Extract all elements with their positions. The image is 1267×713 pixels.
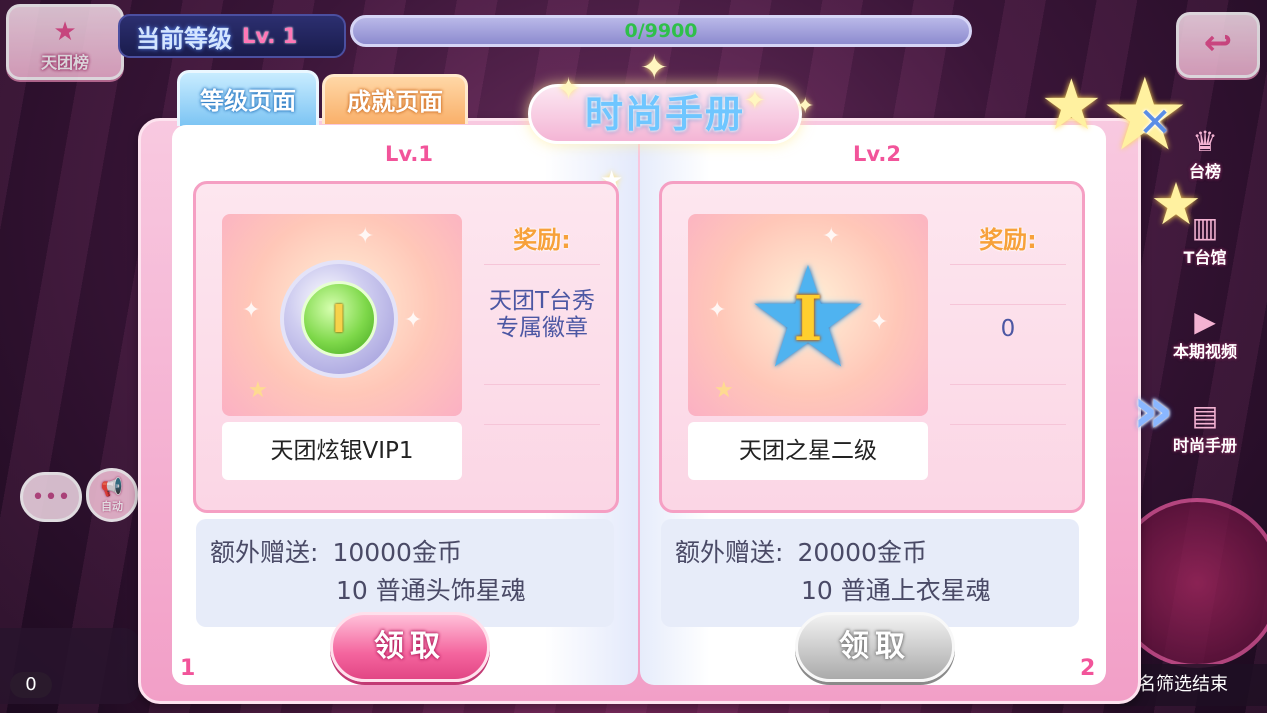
- sparkle-icon: ✦: [640, 48, 669, 88]
- ticker-text: 名筛选结束: [1120, 664, 1267, 706]
- divider: [484, 424, 600, 425]
- reward-image: ✦ ✦ ✦ ★ I: [222, 214, 462, 416]
- extra-gift-coins: 10000金币: [332, 538, 462, 567]
- extra-gift-line-2: 10 普通头饰星魂: [336, 576, 526, 605]
- reward-item-name: 天团炫银VIP1: [222, 422, 462, 480]
- divider: [950, 264, 1066, 265]
- close-button[interactable]: ✕: [1124, 92, 1186, 154]
- page-number: 2: [1080, 656, 1096, 681]
- side-menu-label: T台馆: [1183, 248, 1227, 267]
- reward-item-name: 天团之星二级: [688, 422, 928, 480]
- current-level-value: Lv. 1: [242, 24, 298, 48]
- tab-achievement-page[interactable]: 成就页面: [322, 74, 468, 124]
- tab-level-page[interactable]: 等级页面: [177, 70, 319, 126]
- reward-image: ✦ ✦ ✦ ★ ★ I: [688, 214, 928, 416]
- vip-medal-icon: I: [280, 260, 398, 378]
- close-icon: ✕: [1138, 100, 1172, 146]
- level-reward-card: ✦ ✦ ✦ ★ I 天团炫银VIP1 奖励: 天团T台秀专属徽章: [193, 181, 619, 513]
- extra-gift-line-2: 10 普通上衣星魂: [801, 576, 991, 605]
- auto-button[interactable]: 📢 自动: [86, 468, 138, 522]
- rank-button[interactable]: ★ 天团榜: [6, 4, 124, 80]
- chat-button[interactable]: •••: [20, 472, 82, 522]
- video-icon: ▶: [1194, 305, 1216, 338]
- divider: [950, 384, 1066, 385]
- sparkle-icon: ✦: [796, 94, 815, 119]
- extra-gift-label: 额外赠送:: [675, 538, 784, 567]
- divider: [950, 304, 1066, 305]
- medal-numeral: I: [301, 281, 377, 357]
- trophy-icon: ♛: [1192, 125, 1218, 158]
- reward-header: 奖励:: [513, 226, 571, 254]
- level-progress-bar: 0/9900: [350, 15, 972, 47]
- book-title: 时尚手册: [584, 91, 745, 136]
- glint-icon: ✦: [404, 308, 423, 333]
- glint-icon: ✦: [356, 224, 375, 249]
- counter-value: 0: [10, 672, 52, 698]
- level-label: Lv.2: [853, 142, 901, 166]
- star-badge-icon: ★ I: [738, 249, 878, 389]
- book-icon: ▤: [1191, 399, 1219, 432]
- divider: [950, 424, 1066, 425]
- level-progress-text: 0/9900: [624, 20, 698, 42]
- divider: [484, 384, 600, 385]
- side-menu-label: 本期视频: [1172, 342, 1237, 361]
- sparkle-icon: ✦: [744, 86, 766, 116]
- glint-icon: ✦: [708, 298, 727, 323]
- divider: [484, 264, 600, 265]
- star-icon: ★: [1040, 64, 1103, 146]
- sparkle-icon: ✦: [556, 72, 582, 107]
- level-reward-card: ✦ ✦ ✦ ★ ★ I 天团之星二级 奖励: 0: [659, 181, 1085, 513]
- glint-icon: ★: [714, 378, 734, 403]
- glint-icon: ★: [248, 378, 268, 403]
- page-number: 1: [180, 656, 196, 681]
- double-chevron-right-icon: »: [1132, 374, 1174, 448]
- reward-list: [946, 264, 1070, 480]
- extra-gift-line-1: 额外赠送: 10000金币: [210, 533, 462, 569]
- reward-text: 0: [1000, 316, 1016, 342]
- claim-button-level-1[interactable]: 领取: [330, 612, 490, 682]
- extra-gift-box: 额外赠送: 20000金币 10 普通上衣星魂: [661, 519, 1079, 627]
- reward-header: 奖励:: [979, 226, 1037, 254]
- megaphone-icon: 📢: [100, 476, 124, 498]
- reward-text: 天团T台秀专属徽章: [488, 288, 596, 341]
- chat-bubble-icon: •••: [31, 484, 71, 510]
- rank-button-label: 天团榜: [40, 53, 89, 72]
- next-page-button[interactable]: »: [1112, 376, 1194, 448]
- star-icon: ★: [1150, 170, 1202, 238]
- level-label: Lv.1: [385, 142, 433, 166]
- extra-gift-line-1: 额外赠送: 20000金币: [675, 533, 927, 569]
- auto-button-label: 自动: [101, 499, 123, 513]
- back-arrow-icon: ↩: [1203, 23, 1233, 63]
- extra-gift-label: 额外赠送:: [210, 538, 319, 567]
- glint-icon: ✦: [242, 298, 261, 323]
- current-level-label: 当前等级: [136, 24, 232, 53]
- star-badge-numeral: I: [793, 282, 823, 355]
- current-level-tag: 当前等级 Lv. 1: [118, 14, 346, 58]
- trophy-icon: ★: [53, 17, 77, 47]
- claim-button-level-2[interactable]: 领取: [795, 612, 955, 682]
- extra-gift-coins: 20000金币: [797, 538, 927, 567]
- extra-gift-box: 额外赠送: 10000金币 10 普通头饰星魂: [196, 519, 614, 627]
- side-menu-video[interactable]: ▶ 本期视频: [1155, 292, 1255, 362]
